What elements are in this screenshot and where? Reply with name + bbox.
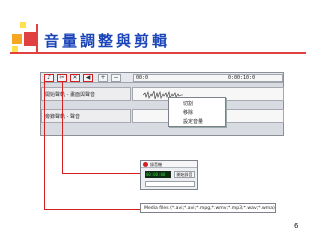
pointer-line <box>62 173 140 174</box>
menu-item-set-volume[interactable]: 設定音量 <box>183 118 203 125</box>
zoom-out-icon[interactable]: − <box>111 74 121 82</box>
zoom-in-icon[interactable]: + <box>98 74 108 82</box>
pointer-line <box>62 82 63 174</box>
ruler-start-label: 00:0 <box>136 75 149 81</box>
editor-toolbar: ♪ ✂ ✕ ◀ + − 00:0 0:00:10:0 <box>41 73 283 83</box>
audio-editor-window: ♪ ✂ ✕ ◀ + − 00:0 0:00:10:0 開始聲軌 - 畫面與聲音 … <box>40 72 284 136</box>
record-level-meter <box>145 181 195 187</box>
volume-icon[interactable]: ◀ <box>83 74 93 82</box>
pointer-line <box>44 209 140 210</box>
audio-icon[interactable]: ♪ <box>44 74 54 82</box>
record-timer: 00:00:00 <box>145 171 171 178</box>
slide-title: 音量調整與剪輯 <box>44 32 171 50</box>
ruler-end-label: 0:00:10:0 <box>228 75 256 81</box>
timeline-ruler[interactable]: 00:0 0:00:10:0 <box>133 74 283 82</box>
track-label-main[interactable]: 開始聲軌 - 畫面與聲音 <box>41 87 131 101</box>
record-dialog: 錄音機 00:00:00 開始錄音 <box>140 160 198 190</box>
file-types-filter[interactable]: Media files (*.avi;*.avi;*.mpg;*.wmv;*.m… <box>140 203 276 213</box>
decor-line <box>36 24 38 54</box>
record-dialog-title: 錄音機 <box>141 161 197 168</box>
record-dialog-title-text: 錄音機 <box>150 162 162 167</box>
track-context-menu: 切割 移除 設定音量 <box>168 97 226 127</box>
start-record-button[interactable]: 開始錄音 <box>174 171 195 178</box>
decor-underline <box>10 52 306 54</box>
decor-square-orange <box>12 34 22 44</box>
cut-icon[interactable]: ✂ <box>57 74 67 82</box>
menu-item-remove[interactable]: 移除 <box>183 109 193 116</box>
delete-icon[interactable]: ✕ <box>70 74 80 82</box>
track-label-voice[interactable]: 旁錄聲軌 - 聲音 <box>41 109 131 123</box>
pointer-line <box>44 82 45 210</box>
decor-square-yellow <box>20 22 26 28</box>
page-number: 6 <box>294 222 299 230</box>
record-icon <box>143 162 148 167</box>
menu-item-split[interactable]: 切割 <box>183 100 193 107</box>
